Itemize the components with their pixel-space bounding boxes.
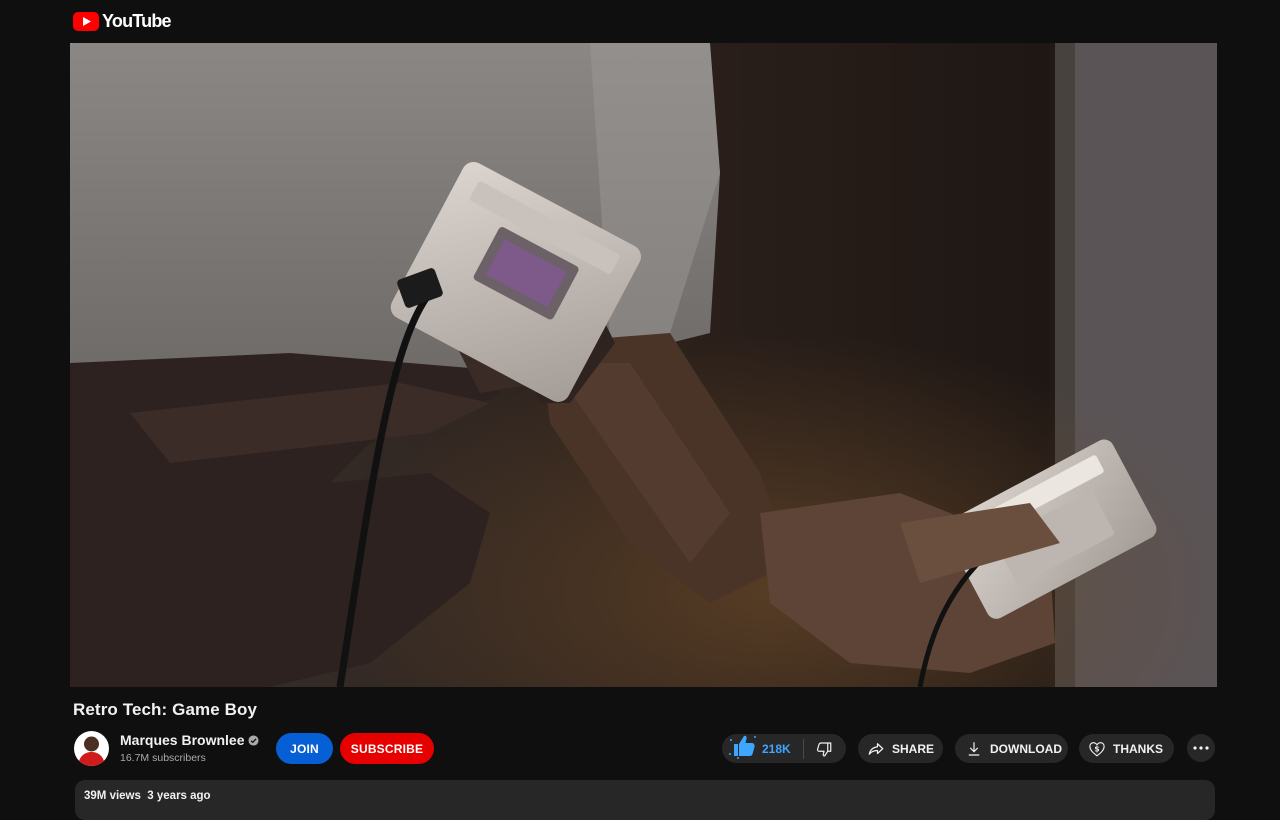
subscriber-count: 16.7M subscribers bbox=[120, 752, 206, 764]
youtube-logo[interactable]: YouTube bbox=[73, 11, 172, 32]
youtube-logo-icon bbox=[73, 12, 99, 31]
more-horizontal-icon bbox=[1193, 746, 1209, 750]
dollar-heart-icon: $ bbox=[1089, 741, 1105, 756]
download-button[interactable]: DOWNLOAD bbox=[955, 734, 1068, 763]
logo-text: YouTube bbox=[102, 11, 172, 31]
video-title: Retro Tech: Game Boy bbox=[73, 700, 258, 719]
top-bar: YouTube bbox=[0, 0, 1280, 44]
like-dislike-group: 218K bbox=[722, 734, 846, 763]
channel-owner: Marques Brownlee 16.7M subscribers bbox=[74, 729, 260, 767]
thumbs-up-icon bbox=[729, 735, 756, 759]
like-button[interactable]: 218K bbox=[722, 734, 791, 763]
description-meta: 39M views 3 years ago bbox=[84, 790, 211, 802]
download-icon bbox=[968, 741, 980, 756]
thanks-button[interactable]: $ THANKS bbox=[1079, 734, 1174, 763]
channel-name[interactable]: Marques Brownlee bbox=[120, 732, 244, 748]
svg-text:$: $ bbox=[1094, 744, 1099, 753]
channel-name-row[interactable]: Marques Brownlee bbox=[120, 732, 260, 748]
subscribe-button[interactable]: SUBSCRIBE bbox=[340, 733, 434, 764]
join-button[interactable]: JOIN bbox=[276, 733, 333, 764]
thumbs-down-icon bbox=[816, 741, 832, 756]
video-frame bbox=[70, 43, 1217, 687]
avatar-image bbox=[74, 730, 109, 766]
channel-info: Marques Brownlee 16.7M subscribers bbox=[120, 732, 260, 764]
view-count: 39M views bbox=[84, 790, 141, 802]
share-arrow-icon bbox=[868, 742, 884, 755]
share-button[interactable]: SHARE bbox=[858, 734, 943, 763]
verified-check-icon bbox=[248, 734, 260, 746]
upload-age: 3 years ago bbox=[147, 790, 211, 802]
video-player[interactable] bbox=[70, 43, 1217, 687]
avatar[interactable] bbox=[74, 730, 109, 766]
download-label: DOWNLOAD bbox=[990, 741, 1062, 756]
thanks-label: THANKS bbox=[1113, 741, 1163, 756]
more-actions-button[interactable] bbox=[1187, 734, 1215, 762]
share-label: SHARE bbox=[892, 741, 935, 756]
dislike-button[interactable] bbox=[804, 734, 844, 763]
like-count: 218K bbox=[762, 741, 791, 756]
description-box[interactable]: 39M views 3 years ago bbox=[75, 780, 1215, 820]
